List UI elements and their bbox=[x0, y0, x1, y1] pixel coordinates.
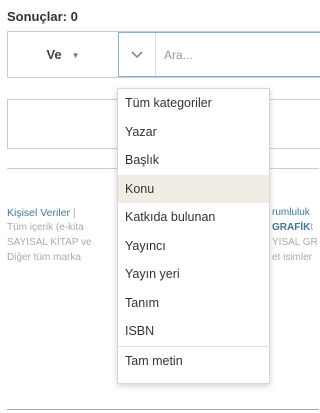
footer-line-2: Tüm içerik (e-kita bbox=[7, 222, 84, 233]
footer-line-2-right: GRAFİKt bbox=[272, 221, 313, 235]
caret-down-icon: ▼ bbox=[71, 51, 80, 60]
footer-line-4: Diğer tüm marka bbox=[7, 252, 81, 263]
category-toggle-button[interactable] bbox=[119, 33, 156, 76]
menu-item-contributor[interactable]: Katkıda bulunan bbox=[118, 203, 269, 232]
results-count: Sonuçlar: 0 bbox=[7, 9, 78, 24]
search-box bbox=[118, 32, 320, 77]
menu-item-full-text[interactable]: Tam metin bbox=[118, 347, 269, 376]
privacy-link[interactable]: Kişisel Veriler bbox=[7, 207, 70, 219]
operator-label: Ve bbox=[46, 47, 62, 62]
footer-line-1-right[interactable]: rumluluk bbox=[272, 206, 310, 220]
footer-line-3-right: YISAL GR bbox=[272, 237, 318, 248]
menu-item-description[interactable]: Tanım bbox=[118, 289, 269, 318]
footer-line-4-right: et isimler bbox=[272, 252, 313, 263]
footer-line-3: SAYISAL KİTAP ve bbox=[7, 237, 92, 248]
menu-item-title[interactable]: Başlık bbox=[118, 146, 269, 175]
footer-separator: | bbox=[72, 207, 76, 219]
menu-item-author[interactable]: Yazar bbox=[118, 118, 269, 147]
menu-item-subject[interactable]: Konu bbox=[118, 174, 269, 203]
menu-item-publisher[interactable]: Yayıncı bbox=[118, 232, 269, 261]
menu-item-isbn[interactable]: ISBN bbox=[118, 317, 269, 346]
footer-line-2-tail: t bbox=[310, 222, 314, 233]
bottom-divider bbox=[7, 409, 319, 410]
category-dropdown-menu: Tüm kategoriler Yazar Başlık Konu Katkıd… bbox=[117, 88, 270, 384]
operator-select[interactable]: Ve ▼ bbox=[8, 32, 118, 77]
search-input[interactable] bbox=[156, 46, 316, 63]
footer-line-1: Kişisel Veriler | bbox=[7, 206, 76, 220]
menu-item-publication-place[interactable]: Yayın yeri bbox=[118, 260, 269, 289]
search-row: Ve ▼ bbox=[7, 31, 320, 78]
chevron-down-icon bbox=[131, 50, 143, 58]
menu-item-all-categories[interactable]: Tüm kategoriler bbox=[118, 89, 269, 118]
footer-brand: GRAFİK bbox=[272, 222, 311, 233]
